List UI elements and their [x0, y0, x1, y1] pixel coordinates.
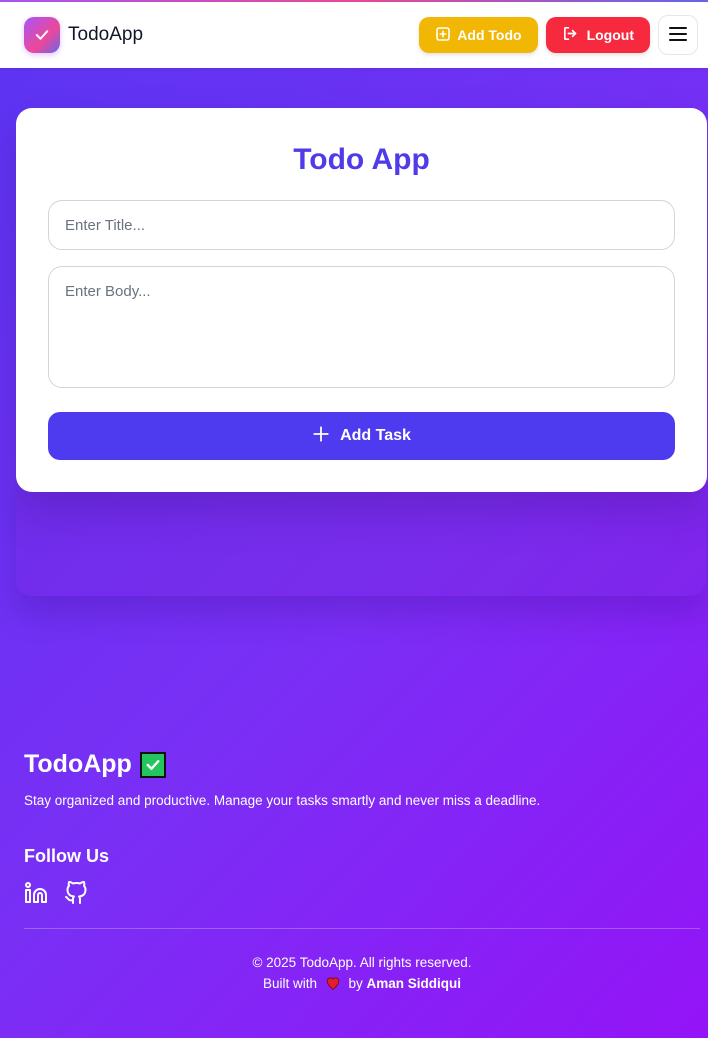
- check-logo-icon: [24, 17, 60, 53]
- author-name: Aman Siddiqui: [366, 976, 462, 991]
- built-with: Built with by Aman Siddiqui: [24, 976, 700, 993]
- add-todo-button[interactable]: Add Todo: [419, 17, 538, 53]
- plus-square-icon: [435, 26, 451, 45]
- nav-actions: Add Todo Logout: [419, 15, 698, 55]
- menu-button[interactable]: [658, 15, 698, 55]
- copyright: © 2025 TodoApp. All rights reserved.: [252, 955, 472, 970]
- footer-brand: TodoApp: [24, 750, 700, 779]
- logout-button[interactable]: Logout: [545, 17, 650, 53]
- brand-name: TodoApp: [68, 24, 144, 45]
- footer-tagline: Stay organized and productive. Manage yo…: [24, 793, 541, 808]
- brand[interactable]: TodoApp: [24, 17, 143, 53]
- footer: TodoApp Stay organized and productive. M…: [24, 750, 700, 993]
- title-input[interactable]: [48, 200, 675, 250]
- form-heading: Todo App: [293, 143, 430, 176]
- logout-icon: [562, 25, 579, 45]
- linkedin-icon[interactable]: [24, 881, 48, 905]
- add-task-button[interactable]: Add Task: [48, 412, 675, 460]
- add-task-label: Add Task: [340, 427, 411, 444]
- built-with-prefix: Built with: [262, 976, 317, 991]
- check-mark-icon: [139, 751, 166, 778]
- footer-brand-name: TodoApp: [24, 750, 132, 778]
- follow-heading: Follow Us: [24, 846, 109, 866]
- body-input[interactable]: [48, 266, 675, 388]
- hamburger-icon: [669, 26, 687, 44]
- github-icon[interactable]: [64, 881, 88, 905]
- plus-icon: [312, 425, 330, 448]
- footer-divider: [24, 928, 700, 929]
- navbar: TodoApp Add Todo Logout: [0, 2, 708, 68]
- todo-form-card: Todo App Add Task: [16, 108, 707, 492]
- built-with-by: by: [348, 976, 363, 991]
- logout-label: Logout: [586, 27, 634, 43]
- heart-icon: [325, 976, 341, 993]
- add-todo-label: Add Todo: [457, 27, 522, 43]
- card-shadow-panel: [16, 490, 706, 596]
- social-links: [24, 881, 700, 905]
